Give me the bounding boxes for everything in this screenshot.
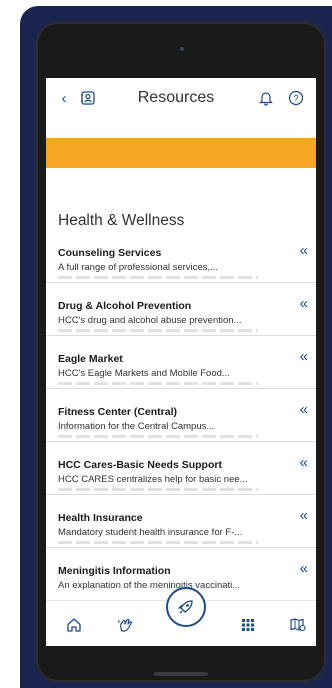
item-description: HCC's Eagle Markets and Mobile Food... [58, 368, 230, 379]
back-button[interactable]: ‹ [54, 86, 74, 110]
nav-apps-button[interactable] [236, 613, 260, 637]
bell-icon [259, 92, 273, 106]
notifications-button[interactable] [254, 86, 278, 110]
phone-device: ‹ Resources ? Health & Wellness Counseli… [36, 22, 326, 682]
list-item[interactable]: Drug & Alcohol Prevention HCC's drug and… [46, 283, 316, 336]
item-title: Meningitis Information [58, 565, 171, 577]
nav-launch-button[interactable] [166, 587, 206, 627]
list-item[interactable]: Eagle Market HCC's Eagle Markets and Mob… [46, 336, 316, 389]
clipped-text-line [58, 276, 258, 279]
double-chevron-left-icon[interactable]: « [300, 401, 308, 418]
svg-text:?: ? [293, 93, 298, 103]
item-title: Drug & Alcohol Prevention [58, 300, 192, 312]
help-icon: ? [288, 90, 304, 106]
nav-home-button[interactable] [62, 613, 86, 637]
section-title: Health & Wellness [58, 212, 185, 229]
resource-list: Counseling Services A full range of prof… [46, 230, 316, 601]
bottom-nav [46, 587, 316, 646]
grid-icon [242, 619, 254, 631]
double-chevron-left-icon[interactable]: « [300, 242, 308, 259]
item-description: HCC's drug and alcohol abuse prevention.… [58, 315, 242, 326]
item-description: HCC CARES centralizes help for basic nee… [58, 474, 248, 485]
camera-dot [180, 47, 184, 51]
clipped-text-line [58, 488, 258, 491]
item-description: Information for the Central Campus... [58, 421, 215, 432]
list-item[interactable]: Health Insurance Mandatory student healt… [46, 495, 316, 548]
item-title: Health Insurance [58, 512, 143, 524]
double-chevron-left-icon[interactable]: « [300, 454, 308, 471]
item-title: HCC Cares-Basic Needs Support [58, 459, 222, 471]
clipped-text-line [58, 541, 258, 544]
clipped-text-line [58, 382, 258, 385]
hand-wave-icon [118, 618, 133, 632]
nav-map-button[interactable] [286, 613, 310, 637]
profile-icon [81, 91, 95, 105]
app-header: ‹ Resources ? [46, 78, 316, 118]
double-chevron-left-icon[interactable]: « [300, 348, 308, 365]
help-button[interactable]: ? [284, 86, 308, 110]
list-item[interactable]: Fitness Center (Central) Information for… [46, 389, 316, 442]
home-indicator [154, 672, 208, 676]
nav-engage-button[interactable] [114, 613, 138, 637]
back-icon: ‹ [61, 89, 67, 107]
map-icon [290, 618, 306, 632]
profile-button[interactable] [76, 86, 100, 110]
item-title: Fitness Center (Central) [58, 406, 178, 418]
list-item[interactable]: Counseling Services A full range of prof… [46, 230, 316, 283]
home-icon [67, 618, 81, 632]
item-description: A full range of professional services,..… [58, 262, 218, 273]
app-screen: ‹ Resources ? Health & Wellness Counseli… [46, 78, 316, 646]
list-item[interactable]: HCC Cares-Basic Needs Support HCC CARES … [46, 442, 316, 495]
clipped-text-line [58, 435, 258, 438]
item-title: Eagle Market [58, 353, 123, 365]
item-description: An explanation of the meningitis vaccina… [58, 580, 241, 591]
alert-banner [46, 138, 316, 168]
page-title: Resources [137, 89, 215, 106]
double-chevron-left-icon[interactable]: « [300, 295, 308, 312]
double-chevron-left-icon[interactable]: « [300, 507, 308, 524]
double-chevron-left-icon[interactable]: « [300, 560, 308, 577]
item-title: Counseling Services [58, 247, 162, 259]
clipped-text-line [58, 329, 258, 332]
item-description: Mandatory student health insurance for F… [58, 527, 243, 538]
rocket-icon [177, 600, 193, 614]
